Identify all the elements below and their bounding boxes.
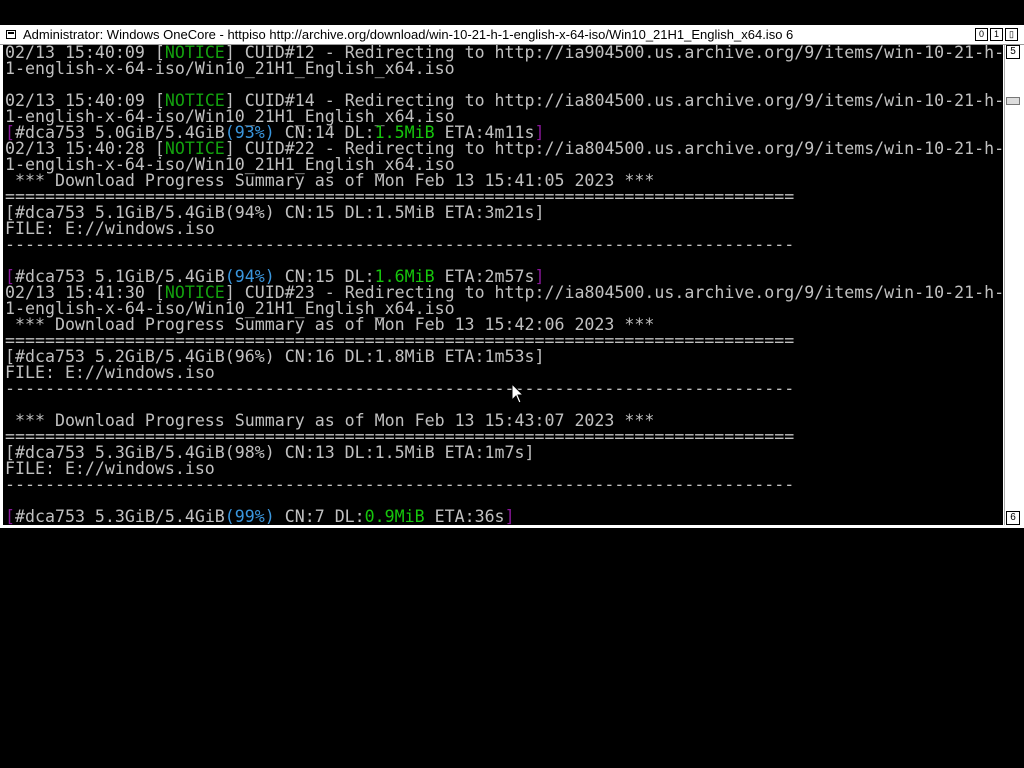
console-text: ] — [504, 507, 515, 525]
console-window[interactable]: Administrator: Windows OneCore - httpiso… — [0, 25, 1024, 528]
minimize-button[interactable]: 0 — [975, 28, 988, 41]
console-text: CN:7 DL: — [274, 507, 365, 525]
console-text: #dca753 5.3GiB/5.4GiB — [15, 507, 225, 525]
console-line: ----------------------------------------… — [5, 379, 795, 398]
console-text: ----------------------------------------… — [5, 379, 795, 398]
window-menu-icon[interactable] — [6, 30, 16, 39]
console-line: 1-english-x-64-iso/Win10_21H1_English_x6… — [5, 59, 455, 78]
console-text: ETA:36s — [424, 507, 505, 525]
scroll-down-button[interactable]: 6 — [1006, 511, 1020, 525]
restore-button[interactable]: ▯ — [1005, 28, 1018, 41]
console-line: ----------------------------------------… — [5, 235, 795, 254]
console-text: 1-english-x-64-iso/Win10_21H1_English_x6… — [5, 59, 455, 78]
console-line: ----------------------------------------… — [5, 475, 795, 494]
mouse-pointer-icon — [511, 383, 525, 404]
console-text: (99%) — [224, 507, 275, 525]
console-line: [#dca753 5.3GiB/5.4GiB(99%) CN:7 DL:0.9M… — [5, 507, 515, 525]
console-text: 0.9MiB — [364, 507, 425, 525]
vertical-scrollbar[interactable]: 5 6 — [1004, 45, 1021, 525]
window-title: Administrator: Windows OneCore - httpiso… — [23, 27, 794, 42]
maximize-button[interactable]: 1 — [990, 28, 1003, 41]
scroll-up-button[interactable]: 5 — [1006, 45, 1020, 59]
console-text: ----------------------------------------… — [5, 475, 795, 494]
window-controls: 0 1 ▯ — [975, 28, 1018, 41]
scroll-thumb[interactable] — [1006, 97, 1020, 105]
console-output[interactable]: 02/13 15:40:09 [NOTICE] CUID#12 - Redire… — [3, 45, 1003, 525]
console-text: [ — [5, 507, 15, 525]
title-bar[interactable]: Administrator: Windows OneCore - httpiso… — [0, 25, 1024, 45]
console-text: ----------------------------------------… — [5, 235, 795, 254]
